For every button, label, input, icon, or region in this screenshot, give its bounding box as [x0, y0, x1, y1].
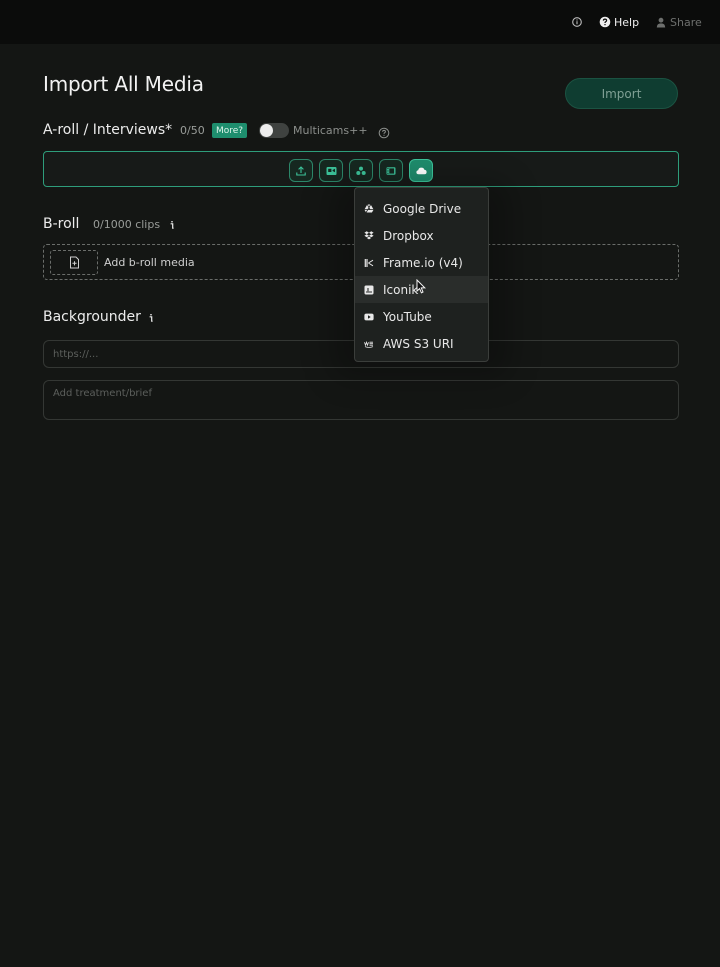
brief-input[interactable] [43, 380, 679, 420]
aroll-count: 0/50 [180, 124, 205, 137]
dropbox-icon [364, 231, 374, 241]
multicam-toggle[interactable] [259, 123, 289, 138]
aws-icon [364, 339, 374, 349]
mouse-cursor-icon [416, 279, 426, 294]
frameio-icon [364, 258, 374, 268]
google-drive-icon [364, 204, 374, 214]
iconik-icon [364, 285, 374, 295]
video-record-icon [326, 166, 336, 175]
multicam-label: Multicams++ [293, 124, 368, 137]
record-source-button[interactable] [319, 159, 343, 182]
add-broll-button[interactable] [50, 250, 98, 275]
top-bar: Help Share [0, 0, 720, 44]
add-broll-label: Add b-roll media [104, 256, 195, 269]
menu-item-aws-s3[interactable]: AWS S3 URI [355, 330, 488, 357]
help-icon [599, 16, 611, 28]
broll-info-icon[interactable] [168, 219, 176, 230]
user-icon [656, 17, 666, 27]
aroll-title: A-roll / Interviews* [43, 122, 173, 138]
multicam-help-icon[interactable] [378, 124, 390, 143]
help-label: Help [614, 15, 640, 29]
help-button[interactable]: Help [599, 0, 639, 44]
broll-title: B-roll [43, 216, 80, 232]
import-button[interactable]: Import [565, 78, 678, 109]
menu-item-label: YouTube [383, 309, 432, 324]
backgrounder-info-icon[interactable] [147, 312, 155, 323]
film-source-button[interactable] [379, 159, 403, 182]
menu-item-dropbox[interactable]: Dropbox [355, 222, 488, 249]
menu-item-google-drive[interactable]: Google Drive [355, 195, 488, 222]
film-icon [386, 166, 396, 175]
youtube-icon [364, 312, 374, 322]
upload-icon [296, 165, 306, 176]
cloud-icon [415, 167, 427, 174]
menu-item-label: Google Drive [383, 201, 462, 216]
toggle-knob [260, 124, 273, 137]
menu-item-label: Dropbox [383, 228, 434, 243]
people-icon [356, 166, 366, 175]
menu-item-label: Frame.io (v4) [383, 255, 463, 270]
file-add-icon [69, 256, 79, 269]
menu-item-youtube[interactable]: YouTube [355, 303, 488, 330]
page-title: Import All Media [43, 72, 204, 96]
info-button[interactable] [571, 0, 583, 44]
menu-item-label: AWS S3 URI [383, 336, 454, 351]
people-source-button[interactable] [349, 159, 373, 182]
cloud-source-button[interactable] [409, 159, 433, 182]
broll-count: 0/1000 clips [93, 218, 161, 231]
backgrounder-title: Backgrounder [43, 309, 141, 325]
more-badge[interactable]: More? [212, 123, 248, 138]
info-icon [572, 17, 582, 27]
menu-item-label: Iconik [383, 282, 419, 297]
cloud-source-menu: Google Drive Dropbox Frame.io (v4) Iconi… [354, 187, 489, 362]
share-label: Share [670, 15, 702, 29]
upload-source-button[interactable] [289, 159, 313, 182]
menu-item-frameio[interactable]: Frame.io (v4) [355, 249, 488, 276]
share-button[interactable]: Share [656, 0, 702, 44]
